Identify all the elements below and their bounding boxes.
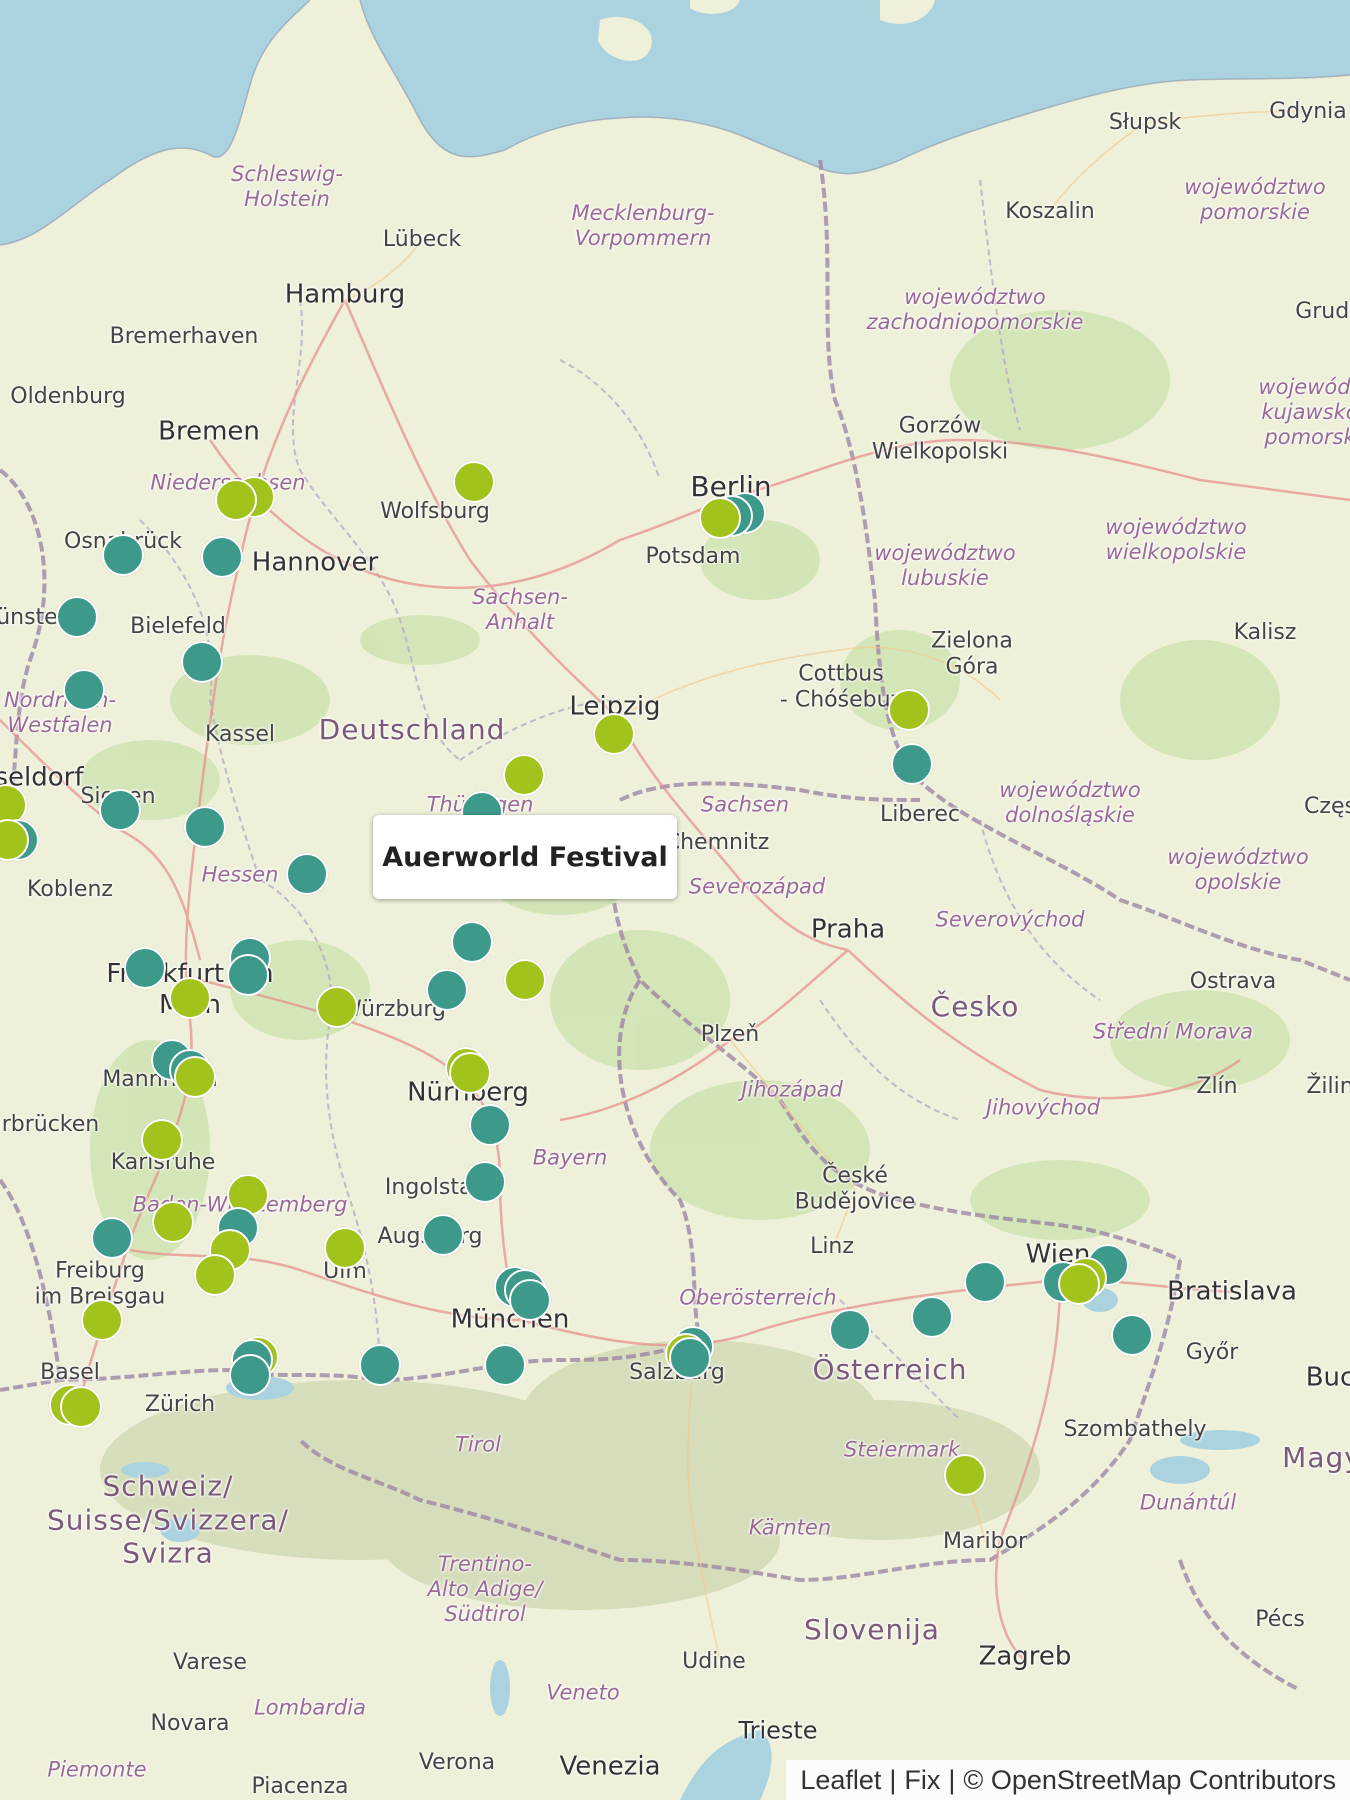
event-marker[interactable]: [194, 1254, 236, 1296]
event-marker[interactable]: [464, 1161, 506, 1203]
event-marker[interactable]: [152, 1201, 194, 1243]
event-marker[interactable]: [891, 743, 933, 785]
event-marker[interactable]: [63, 669, 105, 711]
event-marker[interactable]: [699, 497, 741, 539]
leaflet-link[interactable]: Leaflet: [800, 1765, 881, 1796]
event-marker[interactable]: [911, 1296, 953, 1338]
event-marker[interactable]: [451, 921, 493, 963]
event-marker[interactable]: [484, 1344, 526, 1386]
map-attribution: Leaflet | Fix | © OpenStreetMap Contribu…: [786, 1760, 1350, 1800]
event-marker[interactable]: [509, 1279, 551, 1321]
event-marker[interactable]: [449, 1052, 491, 1094]
event-marker[interactable]: [227, 954, 269, 996]
event-marker[interactable]: [669, 1337, 711, 1379]
event-marker[interactable]: [286, 853, 328, 895]
event-marker[interactable]: [174, 1056, 216, 1098]
event-marker[interactable]: [91, 1217, 133, 1259]
osm-link[interactable]: © OpenStreetMap Contributors: [963, 1765, 1336, 1796]
event-marker[interactable]: [229, 1354, 271, 1396]
event-marker[interactable]: [944, 1454, 986, 1496]
event-marker[interactable]: [888, 689, 930, 731]
event-marker[interactable]: [359, 1344, 401, 1386]
marker-tooltip: Auerworld Festival: [373, 815, 677, 899]
event-marker[interactable]: [593, 713, 635, 755]
event-marker[interactable]: [1058, 1263, 1100, 1305]
event-marker[interactable]: [141, 1119, 183, 1161]
event-marker[interactable]: [181, 641, 223, 683]
basemap-tiles: [0, 0, 1350, 1800]
fix-link[interactable]: Fix: [904, 1765, 940, 1796]
event-marker[interactable]: [453, 461, 495, 503]
map-viewport[interactable]: Schleswig- Holstein Mecklenburg- Vorpommern…: [0, 0, 1350, 1800]
event-marker[interactable]: [81, 1299, 123, 1341]
tooltip-label: Auerworld Festival: [382, 841, 668, 873]
event-marker[interactable]: [964, 1261, 1006, 1303]
event-marker[interactable]: [99, 789, 141, 831]
event-marker[interactable]: [201, 536, 243, 578]
event-marker[interactable]: [184, 806, 226, 848]
event-marker[interactable]: [215, 479, 257, 521]
attribution-separator: |: [889, 1764, 897, 1795]
event-marker[interactable]: [426, 969, 468, 1011]
event-marker[interactable]: [422, 1214, 464, 1256]
event-marker[interactable]: [324, 1227, 366, 1269]
event-marker[interactable]: [504, 959, 546, 1001]
event-marker[interactable]: [60, 1386, 102, 1428]
event-marker[interactable]: [316, 986, 358, 1028]
event-marker[interactable]: [503, 754, 545, 796]
attribution-separator: |: [948, 1764, 956, 1795]
event-marker[interactable]: [124, 947, 166, 989]
event-marker[interactable]: [102, 534, 144, 576]
event-marker[interactable]: [56, 596, 98, 638]
event-marker[interactable]: [469, 1104, 511, 1146]
event-marker[interactable]: [829, 1309, 871, 1351]
event-marker[interactable]: [1111, 1314, 1153, 1356]
event-marker[interactable]: [169, 977, 211, 1019]
